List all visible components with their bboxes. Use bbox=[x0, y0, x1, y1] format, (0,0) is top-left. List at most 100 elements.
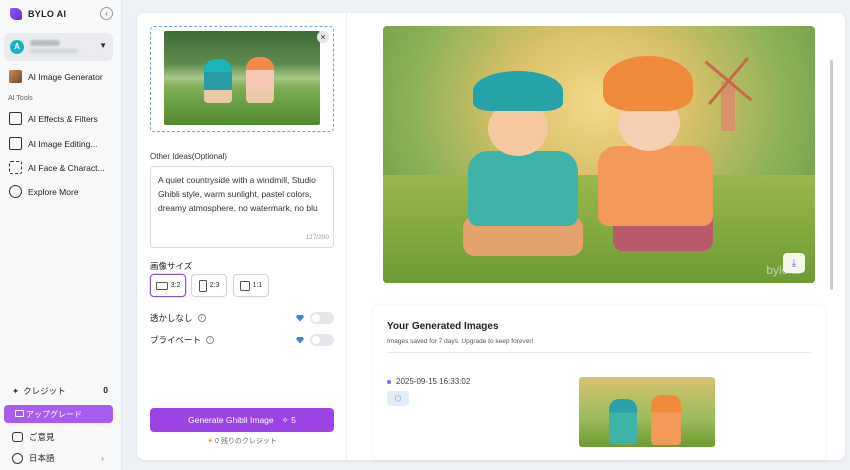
feedback-label: ご意見 bbox=[29, 432, 55, 442]
size-option-2-3[interactable]: 2:3 bbox=[191, 274, 227, 297]
info-icon[interactable]: i bbox=[206, 336, 215, 344]
sidebar: BYLO AI ‹ A ▼ AI Image Generator AI Tool… bbox=[0, 0, 122, 470]
scene-boy bbox=[463, 71, 593, 256]
boy-body bbox=[468, 151, 578, 226]
sidebar-item-label: AI Effects & Filters bbox=[28, 113, 98, 124]
photo-child-right bbox=[246, 57, 274, 103]
private-row: プライベート i bbox=[150, 334, 334, 346]
user-account-menu[interactable]: A ▼ bbox=[4, 33, 113, 61]
boy-hat bbox=[473, 71, 563, 111]
card-icon bbox=[15, 410, 24, 417]
photo-child-left bbox=[204, 59, 232, 103]
sidebar-item-explore-more[interactable]: Explore More bbox=[9, 185, 79, 198]
upgrade-label: アップグレード bbox=[26, 409, 82, 419]
sidebar-item-label: AI Image Generator bbox=[28, 71, 103, 82]
sidebar-item-ai-effects[interactable]: AI Effects & Filters bbox=[9, 112, 98, 125]
girl-body bbox=[598, 146, 713, 226]
generated-images-gallery: Your Generated Images Images saved for 7… bbox=[373, 306, 825, 460]
timestamp: 2025-09-15 16:33:02 bbox=[396, 377, 471, 386]
remaining-credits-label: 0 残りのクレジット bbox=[214, 438, 277, 445]
main-panel: × Other Ideas(Optional) A quiet countrys… bbox=[137, 13, 845, 460]
landscape-ratio-icon bbox=[155, 281, 168, 290]
generate-cost: ✧ 5 bbox=[282, 415, 296, 426]
bullet-icon bbox=[387, 379, 391, 384]
sidebar-item-label: Explore More bbox=[28, 186, 79, 197]
image-size-label: 画像サイズ bbox=[150, 261, 193, 271]
generator-form: × Other Ideas(Optional) A quiet countrys… bbox=[137, 13, 347, 460]
private-toggle[interactable] bbox=[310, 334, 334, 346]
diamond-icon bbox=[296, 314, 304, 322]
remaining-credits: ✦ 0 残りのクレジット bbox=[137, 436, 347, 446]
size-option-label: 2:3 bbox=[209, 282, 220, 289]
char-count: 127/200 bbox=[305, 234, 330, 241]
user-name-redacted bbox=[30, 40, 60, 46]
girl-hat bbox=[603, 56, 693, 111]
uploaded-photo bbox=[164, 31, 320, 125]
upgrade-button[interactable]: アップグレード bbox=[4, 405, 113, 423]
sidebar-item-ai-image-generator[interactable]: AI Image Generator bbox=[9, 70, 103, 83]
chevron-down-icon: ▼ bbox=[99, 41, 107, 50]
square-ratio-icon bbox=[239, 280, 250, 291]
gallery-entry-timestamp: 2025-09-15 16:33:02 bbox=[387, 377, 470, 386]
language-label: 日本語 bbox=[29, 453, 55, 463]
sidebar-item-label: AI Face & Charact... bbox=[28, 162, 105, 173]
section-label-ai-tools: AI Tools bbox=[8, 95, 33, 102]
download-button[interactable]: ⤓ bbox=[783, 253, 805, 273]
windmill-blade bbox=[727, 57, 749, 82]
face-scan-icon bbox=[9, 161, 22, 174]
sparkle-icon: ✦ bbox=[12, 386, 20, 396]
diamond-icon bbox=[296, 336, 304, 344]
thumb-boy bbox=[609, 399, 637, 444]
no-watermark-label: 透かしなし bbox=[150, 313, 193, 323]
info-icon[interactable]: i bbox=[197, 314, 206, 322]
image-upload-area[interactable]: × bbox=[150, 26, 334, 132]
no-watermark-toggle[interactable] bbox=[310, 312, 334, 324]
sliders-icon bbox=[9, 112, 22, 125]
credit-coin-icon: ✦ bbox=[207, 438, 214, 445]
gallery-thumbnail[interactable] bbox=[579, 377, 715, 447]
portrait-ratio-icon bbox=[198, 279, 207, 292]
sidebar-item-ai-image-editing[interactable]: AI Image Editing... bbox=[9, 137, 97, 150]
sidebar-item-ai-face[interactable]: AI Face & Charact... bbox=[9, 161, 105, 174]
gallery-title: Your Generated Images bbox=[387, 321, 499, 332]
scene-girl bbox=[598, 56, 728, 256]
brand-name: BYLO AI bbox=[28, 9, 67, 19]
credits-label: クレジット bbox=[23, 386, 66, 396]
globe-icon bbox=[12, 452, 23, 464]
remove-image-button[interactable]: × bbox=[317, 31, 329, 43]
no-watermark-row: 透かしなし i bbox=[150, 312, 334, 324]
generate-cost-value: 5 bbox=[291, 414, 296, 425]
credits-value: 0 bbox=[103, 385, 108, 395]
brand-logo[interactable]: BYLO AI bbox=[10, 8, 66, 20]
gallery-subtitle: Images saved for 7 days. Upgrade to keep… bbox=[387, 338, 534, 345]
size-option-1-1[interactable]: 1:1 bbox=[233, 274, 269, 297]
size-option-label: 3:2 bbox=[170, 282, 181, 289]
sparkle-icon: ✧ bbox=[281, 414, 289, 425]
language-selector[interactable]: 日本語 › bbox=[12, 452, 104, 464]
thumb-girl bbox=[651, 395, 681, 445]
download-icon: ⤓ bbox=[791, 257, 797, 269]
cube-icon: ⬡ bbox=[387, 391, 409, 406]
generate-label: Generate Ghibli Image bbox=[188, 415, 274, 425]
image-thumbnail-icon bbox=[9, 70, 22, 83]
compass-icon bbox=[9, 185, 22, 198]
edit-icon bbox=[9, 137, 22, 150]
size-option-3-2[interactable]: 3:2 bbox=[150, 274, 186, 297]
chevron-right-icon: › bbox=[101, 453, 104, 463]
user-email-redacted bbox=[30, 49, 78, 53]
scrollbar[interactable] bbox=[830, 60, 833, 290]
prompt-text: A quiet countryside with a windmill, Stu… bbox=[158, 175, 318, 213]
private-label: プライベート bbox=[150, 335, 202, 345]
chat-bubble-icon bbox=[12, 432, 23, 442]
credits-row: ✦ クレジット 0 bbox=[12, 385, 108, 397]
other-ideas-label: Other Ideas(Optional) bbox=[150, 152, 227, 161]
size-option-label: 1:1 bbox=[252, 282, 263, 289]
avatar: A bbox=[10, 40, 24, 54]
prompt-textarea[interactable]: A quiet countryside with a windmill, Stu… bbox=[150, 166, 334, 248]
bylo-logo-icon bbox=[10, 8, 22, 20]
generate-button[interactable]: Generate Ghibli Image ✧ 5 bbox=[150, 408, 334, 432]
divider bbox=[387, 352, 811, 353]
collapse-sidebar-button[interactable]: ‹ bbox=[100, 7, 113, 20]
feedback-link[interactable]: ご意見 bbox=[12, 431, 55, 443]
generated-image: bylo.ai ⤓ bbox=[383, 26, 815, 283]
